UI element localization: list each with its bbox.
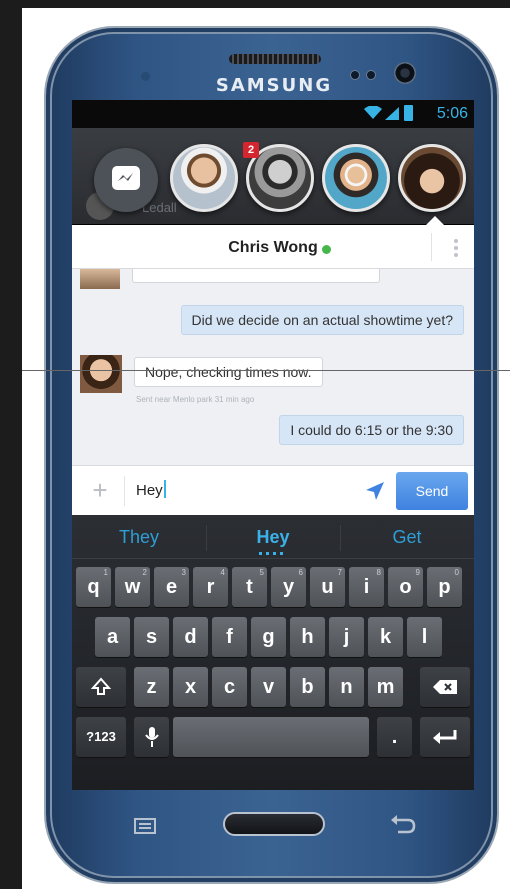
enter-key[interactable] [420, 717, 470, 757]
previous-message-bubble [132, 269, 380, 283]
message-input[interactable]: Hey [136, 480, 356, 502]
back-key-icon[interactable] [390, 812, 416, 834]
message-meta: Sent near Menlo park 31 min ago [136, 395, 255, 404]
device-brand: SAMSUNG [215, 75, 333, 96]
microphone-icon [144, 727, 159, 747]
key-i[interactable]: i8 [349, 567, 384, 607]
message-input-text: Hey [136, 482, 163, 499]
messenger-icon [112, 166, 140, 190]
chat-header: Chris Wong [72, 225, 474, 269]
period-key[interactable]: . [377, 717, 412, 757]
key-v[interactable]: v [251, 667, 286, 707]
key-k[interactable]: k [368, 617, 403, 657]
battery-icon [404, 105, 413, 121]
location-arrow-icon[interactable] [364, 480, 386, 502]
symbols-key[interactable]: ?123 [76, 717, 126, 757]
key-n[interactable]: n [329, 667, 364, 707]
previous-message-avatar [80, 269, 120, 289]
key-o[interactable]: o9 [388, 567, 423, 607]
suggestion-right[interactable]: Get [340, 527, 474, 548]
soft-keyboard: They Hey Get q1 w2 e3 r4 t5 y6 u7 i8 o9 … [72, 515, 474, 790]
contact-avatar [80, 355, 122, 393]
chat-heads-bar: 2 [72, 138, 474, 218]
chathead-1[interactable] [170, 144, 238, 212]
status-bar: 5:06 [72, 100, 474, 128]
suggestion-more-dots [259, 552, 287, 555]
suggestion-left[interactable]: They [72, 527, 206, 548]
key-h[interactable]: h [290, 617, 325, 657]
key-e[interactable]: e3 [154, 567, 189, 607]
online-status-dot [322, 245, 331, 254]
message-incoming: Nope, checking times now. [134, 357, 323, 387]
plus-icon[interactable]: + [90, 477, 110, 503]
text-caret [163, 480, 166, 498]
key-j[interactable]: j [329, 617, 364, 657]
earpiece-speaker [229, 54, 321, 64]
spacebar[interactable] [173, 717, 369, 757]
hardware-buttons [72, 790, 474, 850]
key-s[interactable]: s [134, 617, 169, 657]
suggestion-strip: They Hey Get [72, 515, 474, 559]
light-sensor [366, 70, 376, 80]
left-edge-bar [0, 0, 22, 889]
suggestion-center[interactable]: Hey [206, 527, 340, 548]
phone-screen: 5:06 Ledall 2 Chris Wong Did we decide o… [72, 100, 474, 790]
signal-icon [385, 107, 399, 120]
key-u[interactable]: u7 [310, 567, 345, 607]
message-outgoing: I could do 6:15 or the 9:30 [279, 415, 464, 445]
key-t[interactable]: t5 [232, 567, 267, 607]
key-d[interactable]: d [173, 617, 208, 657]
notification-led [141, 72, 150, 81]
messenger-chathead[interactable] [94, 148, 158, 212]
front-camera [394, 62, 416, 84]
overflow-menu-icon[interactable] [454, 239, 458, 257]
chathead-3[interactable] [322, 144, 390, 212]
shift-key[interactable] [76, 667, 126, 707]
send-button[interactable]: Send [396, 472, 468, 510]
key-f[interactable]: f [212, 617, 247, 657]
key-q[interactable]: q1 [76, 567, 111, 607]
composer-divider [124, 476, 125, 506]
page: SAMSUNG 5:06 Ledall 2 Chris Wong Did we … [0, 0, 510, 889]
key-a[interactable]: a [95, 617, 130, 657]
key-x[interactable]: x [173, 667, 208, 707]
chat-title: Chris Wong [228, 239, 318, 256]
status-time: 5:06 [436, 105, 468, 122]
shift-icon [90, 677, 112, 695]
overlay-rule-line [22, 370, 510, 371]
enter-icon [433, 730, 457, 744]
key-w[interactable]: w2 [115, 567, 150, 607]
active-chathead-pointer [426, 216, 444, 225]
proximity-sensor [350, 70, 360, 80]
wifi-icon [364, 106, 382, 119]
key-z[interactable]: z [134, 667, 169, 707]
backspace-key[interactable] [420, 667, 470, 707]
chathead-4-active[interactable] [398, 144, 466, 212]
menu-key-icon[interactable] [134, 818, 156, 834]
key-y[interactable]: y6 [271, 567, 306, 607]
message-outgoing: Did we decide on an actual showtime yet? [180, 305, 464, 335]
message-composer: + Hey Send [72, 465, 474, 515]
key-g[interactable]: g [251, 617, 286, 657]
backspace-icon [433, 680, 457, 694]
key-l[interactable]: l [407, 617, 442, 657]
key-m[interactable]: m [368, 667, 403, 707]
home-button[interactable] [223, 812, 325, 836]
unread-badge: 2 [243, 142, 259, 158]
header-divider [431, 233, 432, 261]
key-c[interactable]: c [212, 667, 247, 707]
key-r[interactable]: r4 [193, 567, 228, 607]
microphone-key[interactable] [134, 717, 169, 757]
key-b[interactable]: b [290, 667, 325, 707]
key-p[interactable]: p0 [427, 567, 462, 607]
